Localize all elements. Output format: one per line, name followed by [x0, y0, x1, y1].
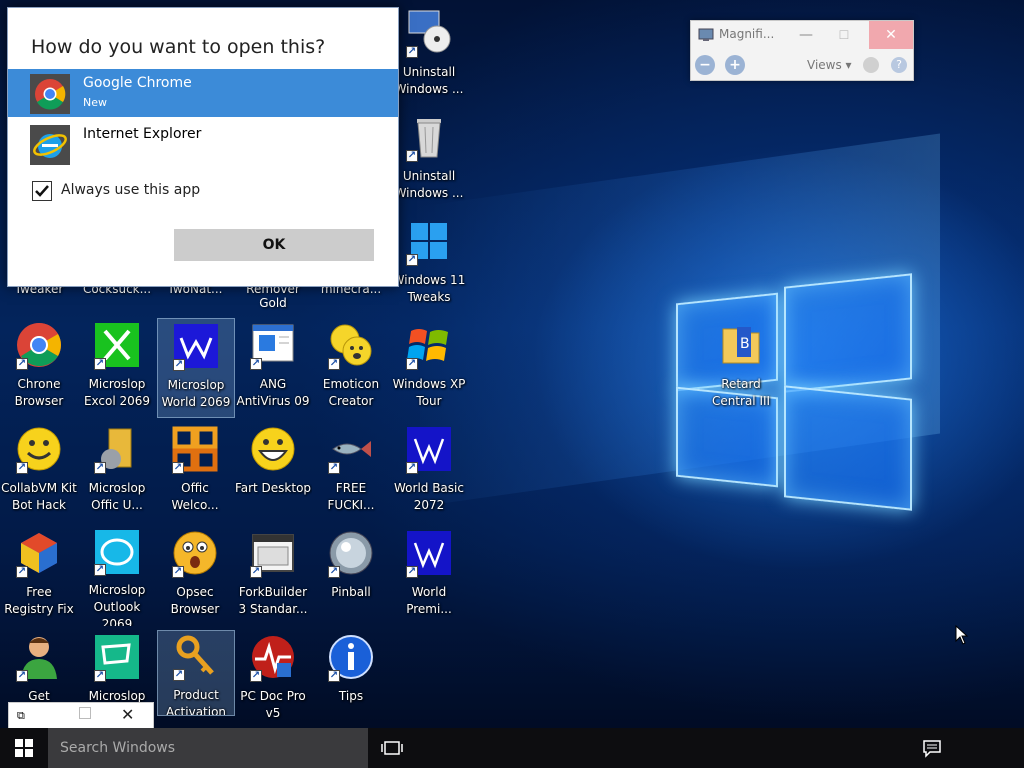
- app-name: Internet Explorer: [83, 126, 202, 142]
- chrome-icon: ↗: [14, 320, 64, 370]
- gear-icon[interactable]: [863, 57, 879, 73]
- maximize-button[interactable]: [79, 707, 91, 719]
- desktop-icon[interactable]: ↗ Microslop Outlook 2069: [78, 526, 156, 626]
- office-update-icon: ↗: [92, 424, 142, 474]
- windows-xp-icon: ↗: [404, 320, 454, 370]
- desktop-icon[interactable]: ↗ Emoticon Creator: [312, 318, 390, 418]
- word-basic-icon: ↗: [404, 424, 454, 474]
- excel-icon: ↗: [92, 320, 142, 370]
- desktop-icon[interactable]: ↗ ForkBuilder 3 Standar...: [234, 526, 312, 626]
- help-button[interactable]: ?: [891, 57, 907, 73]
- dialog-title: How do you want to open this?: [31, 36, 326, 58]
- desktop-icon[interactable]: ↗ ANG AntiVirus 09: [234, 318, 312, 418]
- key-icon: ↗: [171, 633, 221, 681]
- app-name: Google Chrome: [83, 75, 192, 91]
- start-button[interactable]: [0, 728, 48, 768]
- zoom-in-button[interactable]: +: [725, 55, 745, 75]
- desktop-icon[interactable]: ↗ Tips: [312, 630, 390, 728]
- shocked-face-icon: ↗: [170, 528, 220, 578]
- taskbar: Search Windows: [0, 728, 1024, 768]
- desktop-icon[interactable]: ↗ Microslop Offic U...: [78, 422, 156, 522]
- user-help-icon: ↗: [14, 632, 64, 682]
- registry-cube-icon: ↗: [14, 528, 64, 578]
- minimize-button[interactable]: —: [791, 23, 821, 47]
- office-logo-icon: ↗: [170, 424, 220, 474]
- magnifier-title: Magnifi...: [719, 27, 775, 41]
- open-with-dialog: How do you want to open this? Google Chr…: [7, 7, 399, 287]
- close-button[interactable]: ✕: [869, 21, 913, 49]
- maximize-button[interactable]: ☐: [829, 23, 859, 47]
- app-option-internet-explorer[interactable]: Internet Explorer: [8, 120, 398, 168]
- desktop-icon[interactable]: ↗ Uninstall Windows ...: [390, 6, 468, 106]
- desktop-icon[interactable]: ↗ World Premi...: [390, 526, 468, 626]
- desktop-icon[interactable]: ↗ CollabVM Kit Bot Hack: [0, 422, 78, 522]
- always-use-label[interactable]: Always use this app: [61, 182, 200, 198]
- emoticon-icon: ↗: [326, 320, 376, 370]
- word-icon: ↗: [171, 321, 221, 371]
- desktop-icon[interactable]: ↗ Microslop Excol 2069: [78, 318, 156, 418]
- grin-icon: [248, 424, 298, 474]
- desktop-icon[interactable]: ↗ World Basic 2072: [390, 422, 468, 522]
- magnifier-icon: [698, 27, 714, 41]
- pinball-icon: ↗: [326, 528, 376, 578]
- views-dropdown[interactable]: Views ▾: [807, 58, 852, 72]
- desktop-icon[interactable]: ↗ Pinball: [312, 526, 390, 626]
- small-window: ⧉ ✕: [8, 702, 154, 728]
- ok-button[interactable]: OK: [174, 229, 374, 261]
- desktop-icon[interactable]: ↗ FREE FUCKI...: [312, 422, 390, 522]
- desktop-icon[interactable]: B Retard Central III: [702, 318, 780, 418]
- zoom-out-button[interactable]: −: [695, 55, 715, 75]
- desktop-icon[interactable]: Fart Desktop: [234, 422, 312, 522]
- internet-explorer-icon: [30, 125, 70, 165]
- desktop-icon[interactable]: ↗ Product Activation: [157, 630, 235, 716]
- wallpaper-logo-pane: [784, 273, 912, 393]
- fish-icon: ↗: [326, 424, 376, 474]
- info-icon: ↗: [326, 632, 376, 682]
- svg-text:B: B: [740, 336, 750, 352]
- pc-doctor-icon: ↗: [248, 632, 298, 682]
- window-app-icon: ↗: [248, 528, 298, 578]
- always-use-checkbox[interactable]: [32, 181, 52, 201]
- app-option-chrome[interactable]: Google Chrome New: [8, 69, 398, 117]
- disc-computer-icon: ↗: [404, 8, 454, 58]
- wallpaper-logo-pane: [784, 385, 912, 511]
- task-view-button[interactable]: [378, 738, 406, 758]
- windows-logo-icon: ↗: [404, 216, 454, 266]
- window-restore-icon[interactable]: ⧉: [17, 709, 25, 723]
- windows-start-icon: [15, 739, 33, 757]
- desktop-icon[interactable]: ↗ Uninstall Windows ...: [390, 110, 468, 210]
- desktop-icon[interactable]: ↗ Windows XP Tour: [390, 318, 468, 418]
- word-premium-icon: ↗: [404, 528, 454, 578]
- action-center-icon[interactable]: [918, 738, 946, 758]
- antivirus-window-icon: ↗: [248, 320, 298, 370]
- chrome-icon: [30, 74, 70, 114]
- publisher-icon: ↗: [92, 632, 142, 682]
- trash-can-icon: ↗: [404, 112, 454, 162]
- magnifier-window: Magnifi... — ☐ ✕ − + Views ▾ ?: [690, 20, 914, 81]
- app-badge-new: New: [83, 96, 107, 109]
- smiley-icon: ↗: [14, 424, 64, 474]
- outlook-icon: ↗: [92, 528, 142, 576]
- folder-book-icon: B: [716, 320, 766, 370]
- desktop: Tweaker Cocksuck... TwoNat... Remover Go…: [0, 0, 1024, 728]
- close-button[interactable]: ✕: [121, 705, 134, 724]
- mouse-cursor-icon: [955, 624, 969, 645]
- desktop-icon[interactable]: ↗ Windows 11 Tweaks: [390, 214, 468, 314]
- desktop-icon[interactable]: ↗ Free Registry Fix: [0, 526, 78, 626]
- desktop-icon[interactable]: ↗ PC Doc Pro v5: [234, 630, 312, 728]
- desktop-icon[interactable]: ↗ Chrone Browser: [0, 318, 78, 418]
- desktop-icon[interactable]: ↗ Microslop World 2069: [157, 318, 235, 418]
- desktop-icon[interactable]: ↗ Offic Welco...: [156, 422, 234, 522]
- search-box[interactable]: Search Windows: [48, 728, 368, 768]
- desktop-icon[interactable]: ↗ Opsec Browser: [156, 526, 234, 626]
